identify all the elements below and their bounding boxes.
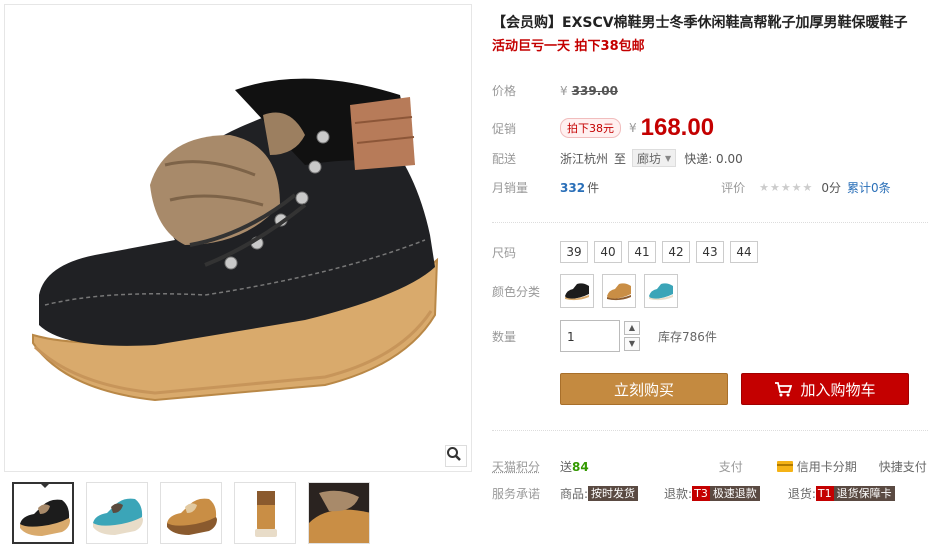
points-value: 84	[572, 459, 589, 474]
return-guarantee-badge[interactable]: 退货保障卡	[833, 486, 895, 501]
thumbnail-4[interactable]	[234, 482, 296, 544]
increase-arrow-icon[interactable]: ▲	[624, 321, 640, 335]
destination-value: 廊坊	[637, 151, 662, 166]
currency-symbol: ¥	[629, 121, 637, 135]
magnifier-icon	[447, 447, 461, 461]
quick-pay[interactable]: 快捷支付	[879, 458, 927, 475]
return-label: 退货:	[787, 487, 816, 501]
size-option-44[interactable]: 44	[730, 241, 758, 263]
quantity-input[interactable]: 1	[560, 320, 620, 352]
service-label: 服务承诺	[492, 487, 541, 501]
promo-tag: 拍下38元	[560, 118, 621, 138]
size-option-39[interactable]: 39	[560, 241, 588, 263]
size-option-43[interactable]: 43	[696, 241, 724, 263]
sales-count: 332	[560, 180, 586, 195]
size-option-42[interactable]: 42	[662, 241, 690, 263]
stock-count: 库存786件	[658, 329, 717, 344]
tan-boot-swatch	[607, 283, 631, 301]
size-label: 尺码	[492, 245, 517, 260]
sales-row: 月销量 332 件 评价 ★★★★★ 0分 累计0条	[492, 179, 891, 196]
thumb-black-boot	[20, 499, 70, 536]
product-gallery	[4, 4, 472, 548]
credit-card-icon	[776, 461, 793, 472]
return-code-badge: T1	[815, 486, 834, 501]
refund-label: 退款:	[664, 487, 693, 501]
product-title: 【会员购】EXSCV棉鞋男士冬季休闲鞋高帮靴子加厚男鞋保暖鞋子	[492, 15, 908, 31]
buy-now-button[interactable]: 立刻购买	[560, 373, 728, 405]
goods-label: 商品:	[560, 487, 589, 501]
size-row: 尺码 39 40 41 42 43 44	[492, 241, 764, 263]
price-row: 价格 ¥ 339.00	[492, 82, 618, 99]
boot-image	[32, 78, 439, 402]
add-to-cart-label: 加入购物车	[800, 380, 876, 399]
original-price: 339.00	[571, 83, 618, 98]
thumb-back-view	[255, 491, 277, 537]
color-label: 颜色分类	[492, 284, 541, 299]
sales-label: 月销量	[492, 181, 529, 195]
ship-from: 浙江杭州	[560, 151, 609, 166]
zoom-button[interactable]	[445, 445, 467, 467]
cart-icon	[775, 382, 793, 397]
main-product-image[interactable]	[4, 4, 472, 472]
buy-now-label: 立刻购买	[613, 380, 674, 399]
thumb-tan-boot	[167, 498, 217, 535]
divider	[492, 430, 928, 431]
promo-row: 促销 拍下38元 ¥ 168.00	[492, 114, 714, 142]
thumbnail-3[interactable]	[160, 482, 222, 544]
review-count-link[interactable]: 累计0条	[847, 179, 891, 196]
color-option-tan[interactable]	[602, 274, 636, 308]
product-subtitle: 活动巨亏一天 拍下38包邮	[492, 39, 645, 54]
product-info: 【会员购】EXSCV棉鞋男士冬季休闲鞋高帮靴子加厚男鞋保暖鞋子 活动巨亏一天 拍…	[492, 12, 928, 501]
quantity-row: 数量 1 ▲ ▼ 库存786件	[492, 320, 717, 352]
credit-installment[interactable]: 信用卡分期	[776, 458, 857, 475]
size-option-41[interactable]: 41	[628, 241, 656, 263]
destination-select[interactable]: 廊坊 ▼	[632, 149, 677, 167]
on-time-delivery-badge[interactable]: 按时发货	[588, 486, 639, 501]
points-row: 天猫积分 送 84 支付 信用卡分期 快捷支付	[492, 458, 928, 475]
credit-installment-label: 信用卡分期	[796, 460, 857, 474]
teal-boot-swatch	[649, 283, 673, 301]
rating-label: 评价	[721, 181, 746, 195]
points-label: 天猫积分	[492, 460, 541, 474]
quantity-label: 数量	[492, 329, 517, 344]
pay-label: 支付	[718, 460, 743, 474]
points-prefix: 送	[560, 460, 573, 474]
color-row: 颜色分类	[492, 274, 686, 308]
chevron-down-icon: ▼	[665, 153, 672, 163]
express-fee: 快递: 0.00	[684, 151, 743, 166]
rating-stars-icon: ★★★★★	[759, 181, 814, 194]
sales-unit: 件	[587, 181, 600, 195]
thumb-teal-boot	[93, 498, 143, 535]
promo-label: 促销	[492, 121, 517, 136]
price-label: 价格	[492, 84, 517, 98]
size-option-40[interactable]: 40	[594, 241, 622, 263]
black-boot-swatch	[565, 283, 589, 301]
rating-score: 0分	[821, 181, 842, 195]
service-row: 服务承诺 商品: 按时发货 退款: T3 极速退款 退货: T1 退货保障卡	[492, 485, 895, 502]
thumbnail-5[interactable]	[308, 482, 370, 544]
thumbnail-1[interactable]	[12, 482, 74, 544]
shipping-label: 配送	[492, 151, 517, 166]
thumbnail-2[interactable]	[86, 482, 148, 544]
promo-price: 168.00	[640, 114, 715, 141]
refund-code-badge: T3	[692, 486, 710, 501]
shipping-row: 配送 浙江杭州 至 廊坊 ▼ 快递: 0.00	[492, 149, 743, 167]
decrease-arrow-icon[interactable]: ▼	[624, 337, 640, 351]
divider	[492, 222, 928, 223]
add-to-cart-button[interactable]: 加入购物车	[741, 373, 909, 405]
color-option-black[interactable]	[560, 274, 594, 308]
ship-to-word: 至	[614, 151, 627, 166]
quantity-stepper: ▲ ▼	[624, 321, 640, 351]
color-option-teal[interactable]	[644, 274, 678, 308]
fast-refund-badge[interactable]: 极速退款	[709, 486, 760, 501]
thumbnail-strip	[12, 482, 370, 546]
currency-symbol: ¥	[560, 83, 568, 98]
thumb-detail-view	[309, 483, 369, 543]
